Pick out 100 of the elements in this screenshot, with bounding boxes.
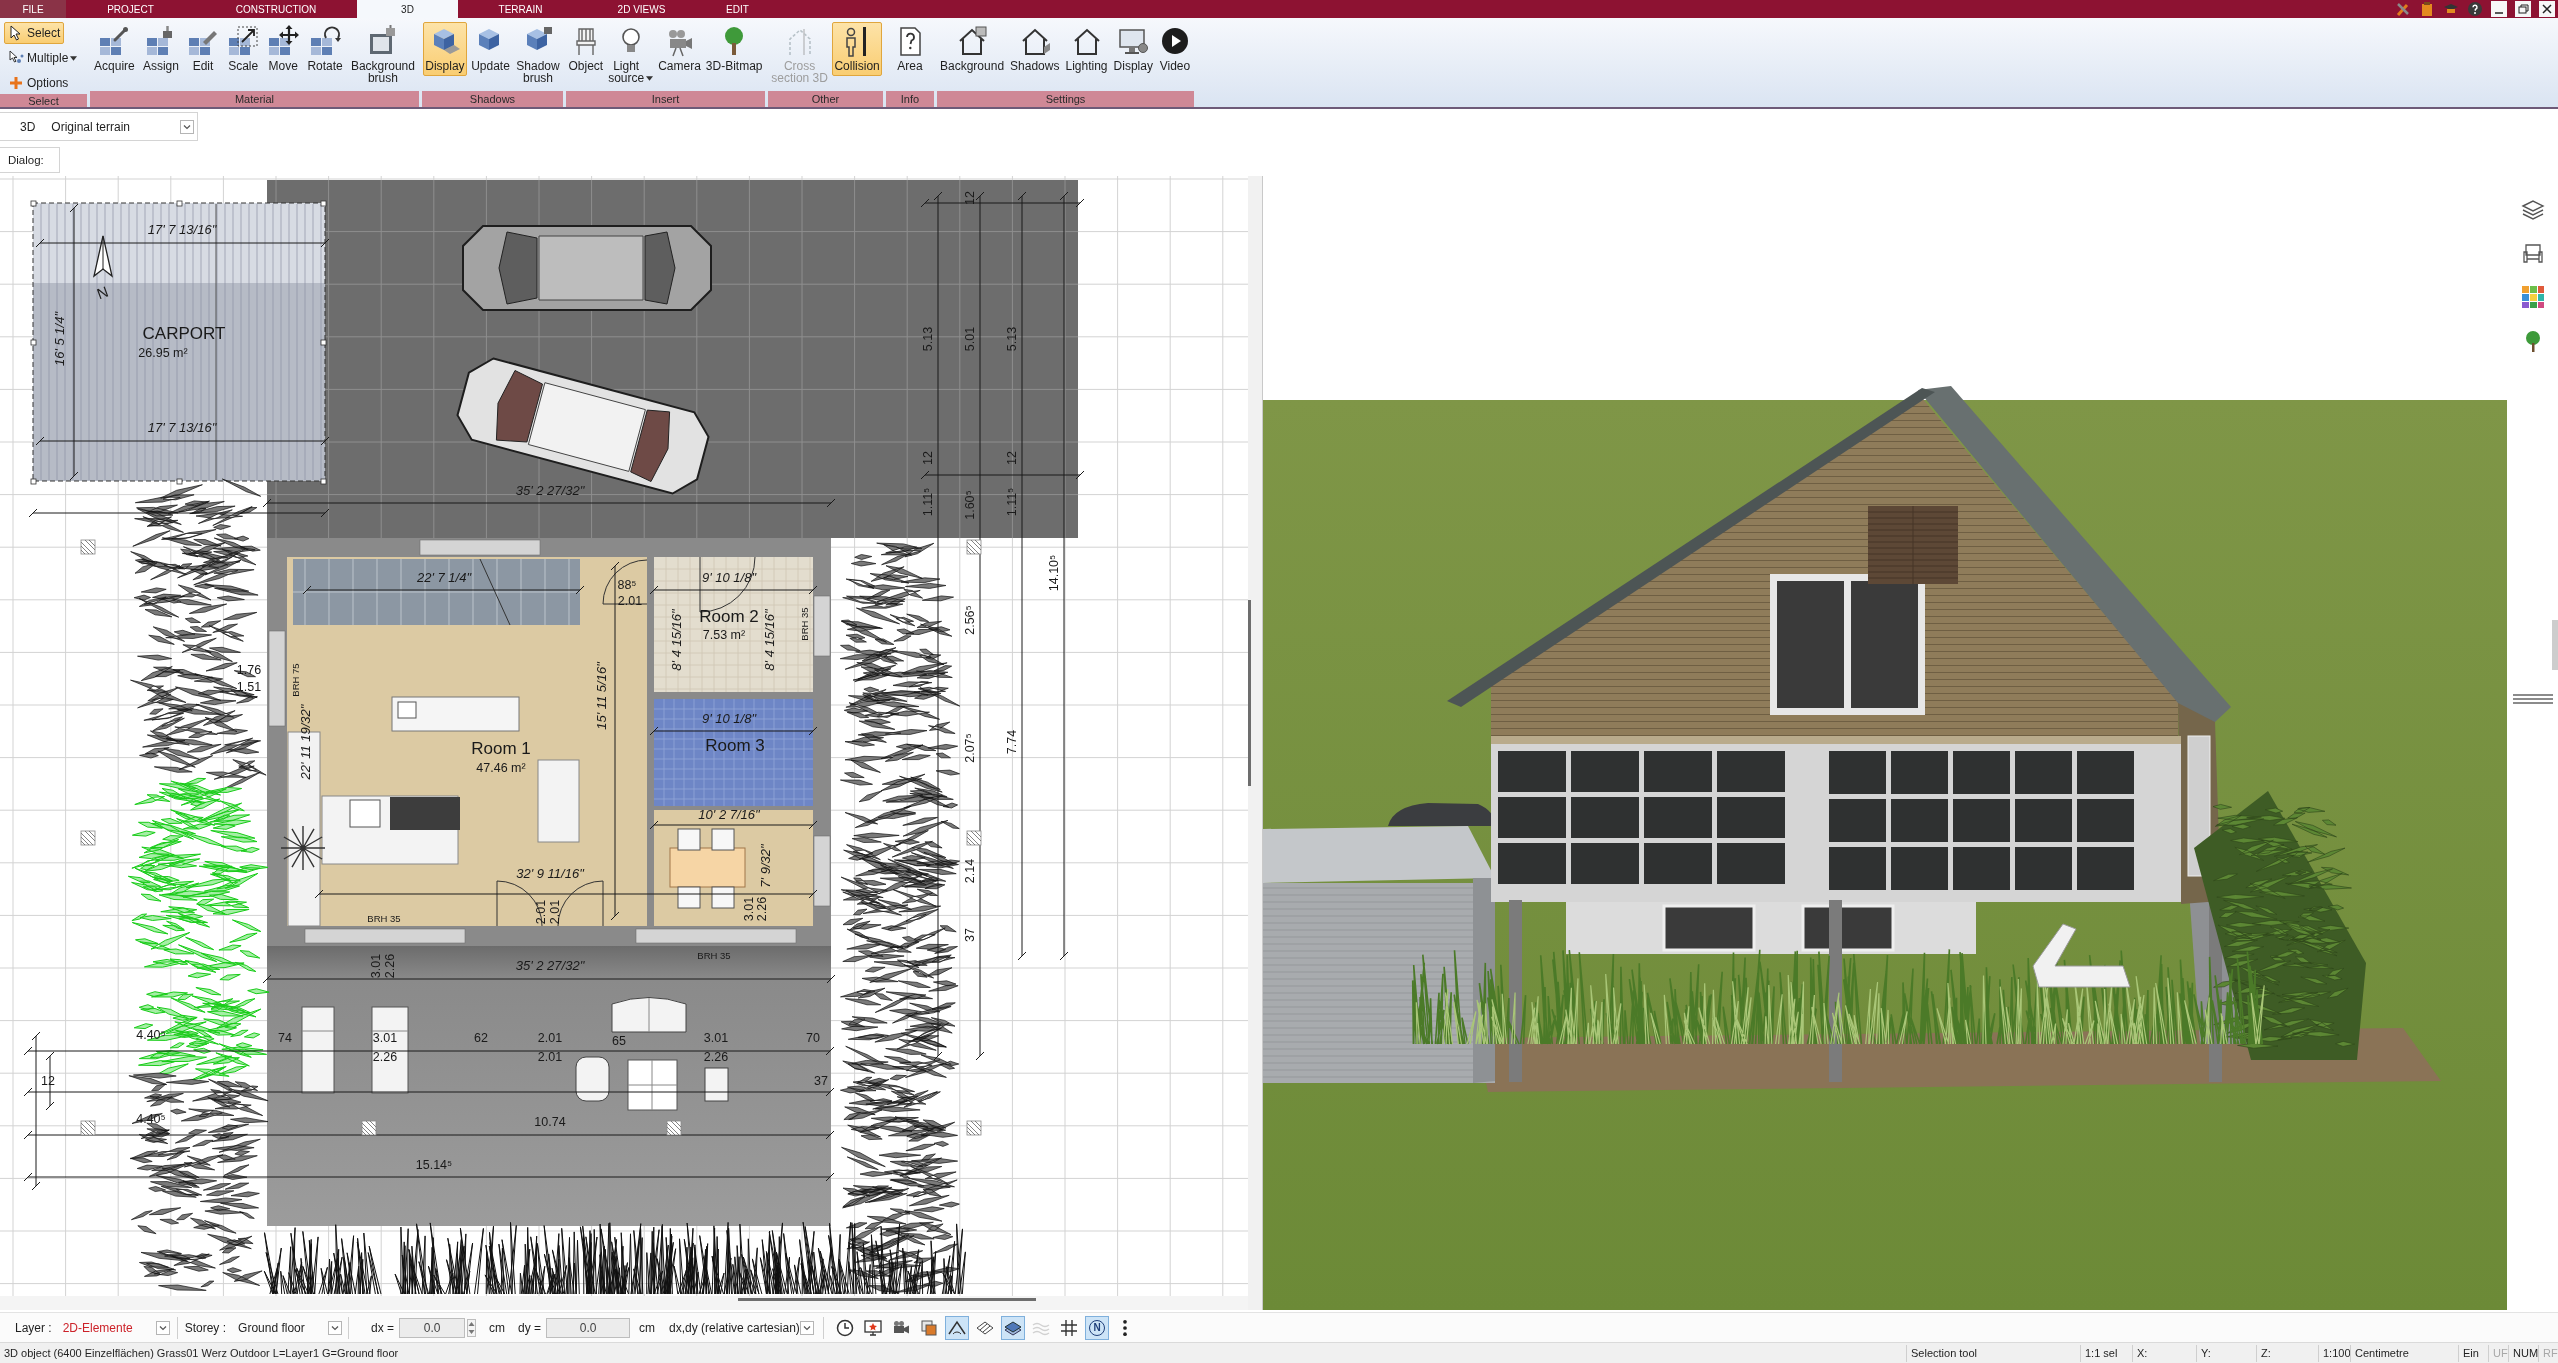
monitor-star-icon <box>863 1317 884 1338</box>
angle-button[interactable] <box>945 1315 970 1340</box>
area-button[interactable]: Area <box>892 22 928 76</box>
fill-button[interactable] <box>1001 1315 1026 1340</box>
camera-button[interactable]: Camera <box>656 22 703 76</box>
scrollbar-thumb[interactable] <box>738 1298 1036 1301</box>
layer-dropdown[interactable]: 2D-Elemente <box>58 1316 170 1339</box>
room-name: Room 2 <box>699 607 759 627</box>
dimension-label: 5.01 <box>963 326 978 352</box>
object-button[interactable]: Object <box>566 22 606 76</box>
dimension-label: 1.11⁵ <box>1005 487 1020 517</box>
north-button[interactable]: N <box>1085 1315 1110 1340</box>
select-button[interactable]: Select <box>4 22 65 44</box>
menu-tab[interactable]: PROJECT <box>66 0 195 18</box>
light-source-button[interactable]: Light source <box>606 22 656 88</box>
hatch-marker-icon <box>966 539 982 555</box>
shadows-button[interactable]: Shadows <box>1008 22 1062 76</box>
lighting-button[interactable]: Lighting <box>1063 22 1110 76</box>
menu-tab[interactable]: EDIT <box>700 0 775 18</box>
close-icon[interactable] <box>2539 1 2555 17</box>
status-field: 1:100 <box>2318 1344 2350 1362</box>
dimension-label: 2.01 <box>537 1031 563 1046</box>
cursors-icon <box>8 50 24 66</box>
room-area-label: 47.46 m² <box>476 761 526 776</box>
coffee-table <box>627 1059 678 1111</box>
dimension-label: 7' 9/32" <box>758 844 774 888</box>
scale-button[interactable]: Scale <box>225 22 262 76</box>
status-field: Z: <box>2256 1344 2318 1362</box>
minimize-icon[interactable] <box>2491 1 2507 17</box>
spinner-icon[interactable] <box>467 1318 477 1337</box>
dimension-label: 7.74 <box>1005 729 1020 755</box>
dimension-label: 1.76 <box>236 663 262 678</box>
dimension-label: 3.01 <box>742 896 757 922</box>
file-menu-button[interactable]: FILE <box>0 0 66 18</box>
edit-button[interactable]: Edit <box>185 22 222 76</box>
chevron-down-icon <box>799 1320 814 1335</box>
move-button[interactable]: Move <box>265 22 302 76</box>
multiple-select-button[interactable]: Multiple <box>4 47 82 69</box>
menu-tab[interactable]: TERRAIN <box>458 0 583 18</box>
dimension-label: 22' 11 19/32" <box>298 704 314 780</box>
ribbon-group-label: Settings <box>937 91 1194 107</box>
video-button[interactable]: Video <box>1156 22 1193 76</box>
clipboard-icon[interactable] <box>2419 1 2435 17</box>
panel-menu-icon[interactable] <box>2510 692 2555 706</box>
assign-button[interactable]: Assign <box>140 22 181 76</box>
coordinate-mode-dropdown[interactable]: dx,dy (relative cartesian) <box>665 1316 814 1339</box>
update-shadows-button[interactable]: Update <box>469 22 512 76</box>
dining-chair <box>711 828 735 851</box>
terrain-dropdown[interactable]: Original terrain <box>51 115 197 138</box>
ribbon-group-label: Info <box>886 91 934 107</box>
status-field: NUM <box>2508 1344 2538 1362</box>
sill-height-label: BRH 35 <box>367 912 401 924</box>
display-button[interactable]: Display <box>1111 22 1155 76</box>
menu-tab[interactable]: 2D VIEWS <box>583 0 700 18</box>
dimension-label: 5.13 <box>1005 326 1020 352</box>
dimension-label: 2.07⁵ <box>963 733 978 763</box>
sill-height-label: BRH 35 <box>798 607 810 641</box>
dimension-label: 12 <box>963 191 978 205</box>
dimension-label: 5.13 <box>921 326 936 352</box>
restore-icon[interactable] <box>2515 1 2531 17</box>
plus-icon <box>8 75 24 91</box>
stool <box>704 1067 729 1102</box>
help-icon[interactable] <box>2467 1 2483 17</box>
dimension-label: 10' 2 7/16" <box>698 807 760 823</box>
dimension-label: 2.01 <box>537 1050 563 1065</box>
display-shadows-button[interactable]: Display <box>423 22 467 76</box>
dining-chair <box>677 828 701 851</box>
layers-icon[interactable] <box>2520 197 2545 221</box>
room-name: Room 1 <box>471 739 531 759</box>
armchair-icon[interactable] <box>2520 241 2545 265</box>
acquire-button[interactable]: Acquire <box>92 22 137 76</box>
dimension-label: 1.60⁵ <box>963 490 978 520</box>
scrollbar-thumb[interactable] <box>1248 600 1251 786</box>
bitmap-button[interactable]: 3D-Bitmap <box>703 22 765 76</box>
plant-drawing <box>280 825 326 871</box>
dimension-label: 32' 9 11/16" <box>516 866 584 882</box>
shadow-brush-button[interactable]: Shadow brush <box>514 22 562 88</box>
dimension-label: 2.01 <box>617 594 643 609</box>
menu-tab[interactable]: CONSTRUCTION <box>195 0 357 18</box>
rotate-button[interactable]: Rotate <box>305 22 345 76</box>
menu-tab[interactable]: 3D <box>357 0 458 18</box>
scale-icon <box>227 25 260 57</box>
dimension-label: 2.26 <box>383 953 398 979</box>
tools-icon[interactable] <box>2395 1 2411 17</box>
background-brush-button[interactable]: Background brush <box>348 22 417 88</box>
collision-button[interactable]: Collision <box>832 22 882 76</box>
hatch-marker-icon <box>966 1120 982 1136</box>
storey-dropdown[interactable]: Ground floor <box>234 1316 343 1339</box>
palette-icon[interactable] <box>2520 285 2545 309</box>
dimension-label: 3.01 <box>703 1031 729 1046</box>
status-field: Centimetre <box>2350 1344 2458 1362</box>
ribbon-group-label: Select <box>0 94 87 107</box>
options-button[interactable]: Options <box>4 72 73 94</box>
dimension-label: 2.14 <box>963 858 978 884</box>
dimension-label: 8' 4 15/16" <box>762 609 778 671</box>
background-button[interactable]: Background <box>938 22 1007 76</box>
room-area-label: 7.53 m² <box>702 628 746 643</box>
carport-roof[interactable] <box>30 200 327 485</box>
dimension-label: 2.56⁵ <box>963 605 978 635</box>
dimension-label: 16' 5 1/4" <box>52 311 68 367</box>
